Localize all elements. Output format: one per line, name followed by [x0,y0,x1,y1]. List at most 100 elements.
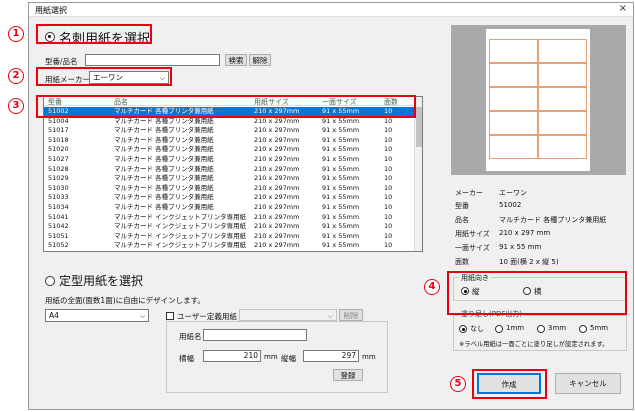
table-cell: 91 x 55mm [322,193,360,202]
table-row[interactable]: 51030 マルチカード 各種プリンタ兼用紙 210 x 297mm 91 x 55m… [44,184,422,193]
table-cell: 210 x 297mm [254,203,300,211]
standard-size-select[interactable]: A4 ⌵ [45,309,149,322]
table-row[interactable]: 51052 マルチカード インクジェットプリンタ専用紙 210 x 297mm 91 … [44,241,422,250]
table-cell: 210 x 297mm [254,126,300,135]
annotation-box-5 [472,369,547,399]
preview-card [538,111,587,135]
search-button[interactable]: 検索 [225,54,247,66]
table-row[interactable]: 51020 マルチカード 各種プリンタ兼用紙 210 x 297mm 91 x 55m… [44,145,422,154]
step-badge-2: 2 [8,68,24,84]
paper-list[interactable]: 型番 品名 用紙サイズ 一面サイズ 面数 51002 マルチカード 各種プリンタ兼… [43,96,423,252]
scrollbar-thumb[interactable] [416,107,422,147]
user-defined-select[interactable]: ⌵ [239,309,337,321]
preview-card [538,135,587,159]
table-row[interactable]: 51027 マルチカード 各種プリンタ兼用紙 210 x 297mm 91 x 55m… [44,155,422,164]
table-cell: マルチカード 各種プリンタ兼用紙 [114,145,214,154]
table-cell: 91 x 55mm [322,145,360,154]
search-input[interactable] [85,54,220,66]
clear-button[interactable]: 解除 [249,54,271,66]
info-size-label: 用紙サイズ [455,230,490,238]
standard-paper-desc: 用紙の全面(面数1面)に自由にデザインします。 [45,296,205,305]
table-cell: 91 x 55mm [322,183,360,192]
list-scrollbar[interactable] [414,97,422,251]
table-cell: 210 x 297mm [254,135,300,144]
annotation-box-2 [36,67,172,86]
title-bar: 用紙選択 × [29,3,633,17]
info-maker-value: エーワン [499,189,527,197]
table-cell: 10 [384,193,393,202]
table-cell: マルチカード インクジェットプリンタ専用紙 [114,231,247,240]
table-cell: 51020 [48,145,69,154]
table-cell: 51018 [48,135,69,144]
table-cell: マルチカード 各種プリンタ兼用紙 [114,174,214,183]
bleed-3mm-label: 3mm [548,324,567,332]
table-row[interactable]: 51041 マルチカード インクジェットプリンタ専用紙 210 x 297mm 91 … [44,213,422,222]
table-cell: 10 [384,126,393,135]
register-button[interactable]: 登録 [333,369,363,381]
table-cell: 91 x 55mm [322,231,360,240]
width-unit: mm [264,353,278,361]
preview-paper [486,29,590,171]
table-cell: 51042 [48,222,69,231]
table-cell: 51028 [48,164,69,173]
bleed-5mm-radio[interactable] [579,325,587,333]
delete-button[interactable]: 削除 [339,309,363,321]
table-cell: 51051 [48,231,69,240]
width-input[interactable]: 210 [203,350,261,362]
table-cell: 91 x 55mm [322,126,360,135]
table-row[interactable]: 51018 マルチカード 各種プリンタ兼用紙 210 x 297mm 91 x 55m… [44,136,422,145]
bleed-none-radio[interactable] [459,325,467,333]
table-cell: 91 x 55mm [322,155,360,163]
preview-card [489,63,538,87]
table-cell: マルチカード 各種プリンタ兼用紙 [114,126,214,135]
window-title: 用紙選択 [35,6,67,15]
step-badge-5: 5 [450,376,466,392]
step-badge-4: 4 [424,279,440,295]
bleed-5mm-label: 5mm [590,324,609,332]
table-cell: 10 [384,135,393,144]
height-input[interactable]: 297 [303,350,359,362]
table-cell: 10 [384,164,393,173]
table-row[interactable]: 51051 マルチカード インクジェットプリンタ専用紙 210 x 297mm 91 … [44,232,422,241]
user-defined-checkbox[interactable] [166,312,174,320]
table-cell: マルチカード インクジェットプリンタ専用紙 [114,212,247,221]
table-cell: 210 x 297mm [254,174,300,183]
step-badge-3: 3 [8,98,24,114]
table-cell: 10 [384,174,393,183]
table-row[interactable]: 51028 マルチカード 各種プリンタ兼用紙 210 x 297mm 91 x 55m… [44,165,422,174]
height-label: 縦幅 [281,354,296,363]
table-cell: 51033 [48,193,69,202]
table-cell: 91 x 55mm [322,174,360,183]
table-cell: 10 [384,145,393,154]
info-count-label: 面数 [455,258,469,266]
table-row[interactable]: 51042 マルチカード インクジェットプリンタ専用紙 210 x 297mm 91 … [44,222,422,231]
paper-name-input[interactable] [203,329,307,341]
close-icon[interactable]: × [619,3,627,14]
info-model-value: 51002 [499,201,522,209]
info-face-value: 91 x 55 mm [499,243,542,251]
table-row[interactable]: 51017 マルチカード 各種プリンタ兼用紙 210 x 297mm 91 x 55m… [44,126,422,135]
bleed-note: ※ラベル用紙は一面ごとに塗り足しが設定されます。 [459,341,609,348]
step-badge-1: 1 [8,26,24,42]
standard-paper-radio[interactable] [45,276,55,286]
table-cell: 51030 [48,183,69,192]
table-cell: マルチカード インクジェットプリンタ専用紙 [114,222,247,231]
table-row[interactable]: 51029 マルチカード 各種プリンタ兼用紙 210 x 297mm 91 x 55m… [44,174,422,183]
preview-card [489,39,538,63]
table-row[interactable]: 51033 マルチカード 各種プリンタ兼用紙 210 x 297mm 91 x 55m… [44,193,422,202]
table-cell: マルチカード 各種プリンタ兼用紙 [114,135,214,144]
bleed-3mm-radio[interactable] [537,325,545,333]
table-cell: 210 x 297mm [254,241,300,250]
preview-card [489,87,538,111]
cancel-button[interactable]: キャンセル [555,373,621,394]
table-cell: 210 x 297mm [254,193,300,202]
table-cell: 91 x 55mm [322,135,360,144]
table-cell: 10 [384,203,393,211]
table-row[interactable]: 51034 マルチカード 各種プリンタ兼用紙 210 x 297mm 91 x 55m… [44,203,422,212]
table-cell: 10 [384,212,393,221]
bleed-1mm-radio[interactable] [495,325,503,333]
table-cell: 91 x 55mm [322,203,360,211]
table-cell: 10 [384,241,393,250]
table-cell: 10 [384,231,393,240]
table-cell: 51041 [48,212,69,221]
